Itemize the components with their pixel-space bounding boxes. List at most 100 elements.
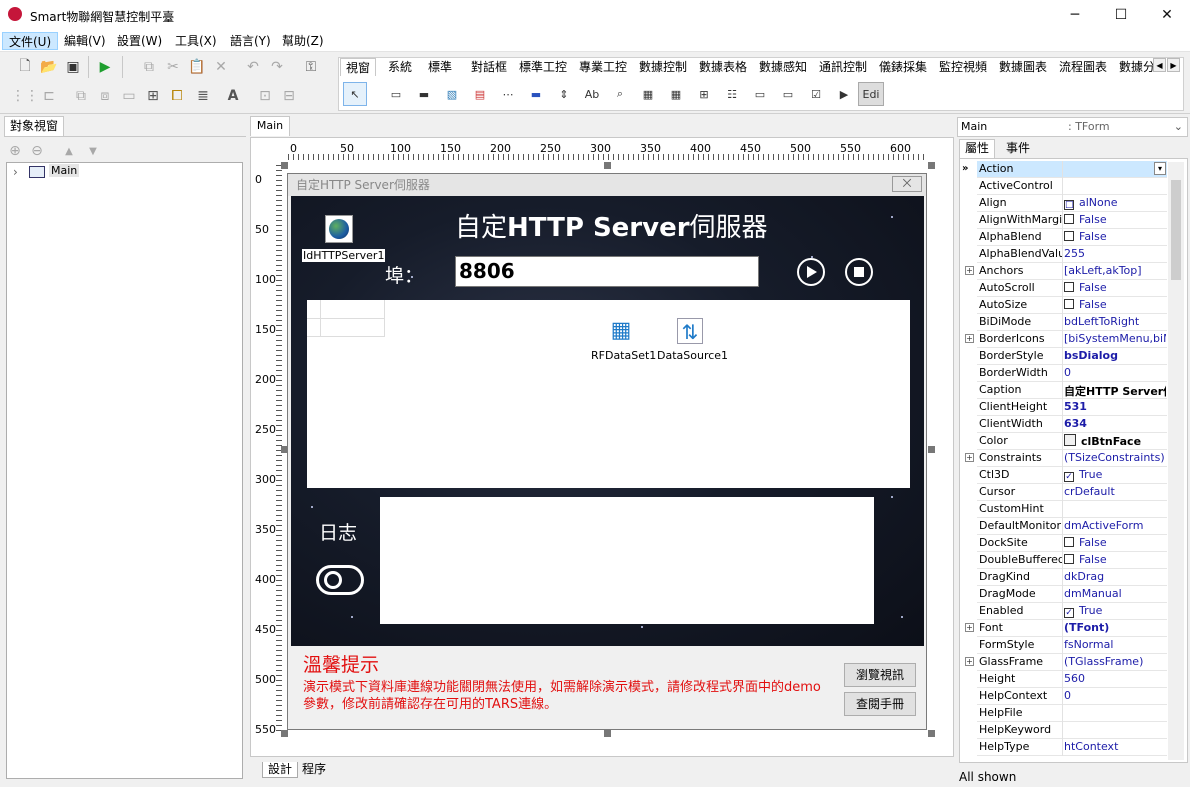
property-row[interactable]: AlignWithMargins False <box>977 212 1167 229</box>
property-value[interactable]: True <box>1079 604 1102 617</box>
property-row[interactable]: CustomHint <box>977 501 1167 518</box>
property-value[interactable]: False <box>1079 298 1107 311</box>
move-up-icon[interactable]: ▲ <box>60 140 78 162</box>
resize-handle[interactable] <box>604 162 611 169</box>
property-row[interactable]: FormStyle fsNormal <box>977 637 1167 654</box>
tab-chart[interactable]: 數據圖表 <box>994 58 1052 76</box>
property-value[interactable]: alNone <box>1079 196 1118 209</box>
checkbox[interactable]: ✓ <box>1064 472 1074 482</box>
button-icon[interactable]: ▭ <box>776 82 800 106</box>
expand-icon[interactable]: + <box>965 453 974 462</box>
object-view-tab[interactable]: 對象視窗 <box>4 116 64 136</box>
checkbox[interactable] <box>1064 299 1074 309</box>
tab-data-control[interactable]: 數據控制 <box>634 58 692 76</box>
search-icon[interactable]: ⌕ <box>608 82 632 106</box>
image-icon[interactable]: ▧ <box>440 82 464 106</box>
undo-icon[interactable]: ↶ <box>242 56 264 78</box>
palette-scroll-right[interactable]: ▶ <box>1167 58 1180 72</box>
edit-icon[interactable]: ▭ <box>748 82 772 106</box>
stop-icon[interactable] <box>845 258 873 286</box>
property-value[interactable]: [biSystemMenu,biMini <box>1064 332 1166 345</box>
tab-comm[interactable]: 通訊控制 <box>814 58 872 76</box>
property-value[interactable]: 255 <box>1064 247 1085 260</box>
dropdown-arrow-icon[interactable]: ▾ <box>1154 162 1166 175</box>
property-row[interactable]: AutoScroll False <box>977 280 1167 297</box>
property-row[interactable]: Enabled ✓ True <box>977 603 1167 620</box>
expand-icon[interactable]: › <box>13 165 18 179</box>
property-value[interactable]: 560 <box>1064 672 1085 685</box>
property-value[interactable]: False <box>1079 553 1107 566</box>
menu-settings[interactable]: 設置(W) <box>111 32 168 50</box>
resize-handle[interactable] <box>928 730 935 737</box>
mainmenu-icon[interactable]: ▭ <box>384 82 408 106</box>
dataset-icon[interactable]: ▦ <box>608 318 634 344</box>
menu-file[interactable]: 文件(U) <box>2 32 59 50</box>
property-row[interactable]: BiDiMode bdLeftToRight <box>977 314 1167 331</box>
property-value[interactable]: dmActiveForm <box>1064 519 1143 532</box>
property-value[interactable]: 0 <box>1064 366 1071 379</box>
datasource-icon[interactable]: ⇅ <box>677 318 703 344</box>
align-grid-icon[interactable]: ⋮⋮ <box>11 85 39 107</box>
tab-pro-industrial[interactable]: 專業工控 <box>574 58 632 76</box>
tab-std-industrial[interactable]: 標準工控 <box>514 58 572 76</box>
font-icon[interactable]: A <box>222 85 244 107</box>
property-row[interactable]: DoubleBuffered False <box>977 552 1167 569</box>
checkbox[interactable] <box>1064 282 1074 292</box>
tab-data-more[interactable]: 數據分 <box>1114 58 1154 76</box>
run-icon[interactable]: ▶ <box>94 56 116 78</box>
tab-instrument[interactable]: 儀錶採集 <box>874 58 932 76</box>
property-row[interactable]: AlphaBlend False <box>977 229 1167 246</box>
group-icon[interactable]: ▭ <box>118 85 140 107</box>
property-row[interactable]: Height 560 <box>977 671 1167 688</box>
menu-tools[interactable]: 工具(X) <box>169 32 223 50</box>
resize-handle[interactable] <box>281 730 288 737</box>
label-icon[interactable]: Ab <box>580 82 604 106</box>
property-row[interactable]: HelpFile <box>977 705 1167 722</box>
property-row[interactable]: DockSite False <box>977 535 1167 552</box>
property-row[interactable]: + Constraints (TSizeConstraints) <box>965 450 1167 467</box>
property-value[interactable]: 634 <box>1064 417 1087 430</box>
spin-icon[interactable]: ⇕ <box>552 82 576 106</box>
key-icon[interactable]: ⚿ <box>300 56 322 78</box>
property-row[interactable]: HelpKeyword <box>977 722 1167 739</box>
property-value[interactable]: clBtnFace <box>1081 435 1141 448</box>
property-row[interactable]: ClientWidth 634 <box>977 416 1167 433</box>
property-value[interactable]: True <box>1079 468 1102 481</box>
property-row[interactable]: BorderStyle bsDialog <box>977 348 1167 365</box>
remove-object-icon[interactable]: ⊖ <box>28 140 46 162</box>
property-value[interactable]: 531 <box>1064 400 1087 413</box>
log-memo[interactable] <box>380 497 874 624</box>
property-row[interactable]: Color clBtnFace <box>977 433 1167 450</box>
property-value[interactable]: False <box>1079 230 1107 243</box>
media-icon[interactable]: ▶ <box>832 82 856 106</box>
tab-dialog[interactable]: 對話框 <box>466 58 512 76</box>
property-value[interactable]: False <box>1079 281 1107 294</box>
object-selector[interactable]: Main : TForm ⌄ <box>957 117 1188 137</box>
resize-handle[interactable] <box>281 162 288 169</box>
grid-icon[interactable]: ▦ <box>636 82 660 106</box>
palette-scroll-left[interactable]: ◀ <box>1153 58 1166 72</box>
minimize-button[interactable]: ─ <box>1052 0 1098 30</box>
tab-code[interactable]: 程序 <box>297 762 331 778</box>
calendar-icon[interactable]: ▦ <box>664 82 688 106</box>
property-row[interactable]: + BorderIcons [biSystemMenu,biMini <box>965 331 1167 348</box>
property-row[interactable]: HelpContext 0 <box>977 688 1167 705</box>
expand-icon[interactable]: + <box>965 657 974 666</box>
browse-video-button[interactable]: 瀏覽視訊 <box>844 663 916 687</box>
cut-icon[interactable]: ✂ <box>162 56 184 78</box>
property-value[interactable]: (TFont) <box>1064 621 1109 634</box>
property-row[interactable]: + Font (TFont) <box>965 620 1167 637</box>
send-back-icon[interactable]: ⧈ <box>94 85 116 107</box>
tab-events[interactable]: 事件 <box>1000 140 1036 158</box>
expand-icon[interactable]: + <box>965 334 974 343</box>
checkbox-icon[interactable]: ☑ <box>804 82 828 106</box>
tab-properties[interactable]: 屬性 <box>959 139 995 158</box>
scrollbar[interactable] <box>1168 162 1184 760</box>
new-file-icon[interactable]: 🗋 <box>14 56 36 78</box>
maximize-button[interactable]: ☐ <box>1098 0 1144 30</box>
property-row[interactable]: ActiveControl <box>977 178 1167 195</box>
resize-handle[interactable] <box>928 162 935 169</box>
save-icon[interactable]: ▣ <box>62 56 84 78</box>
log-toggle[interactable] <box>316 565 364 595</box>
property-row[interactable]: DefaultMonitor dmActiveForm <box>977 518 1167 535</box>
